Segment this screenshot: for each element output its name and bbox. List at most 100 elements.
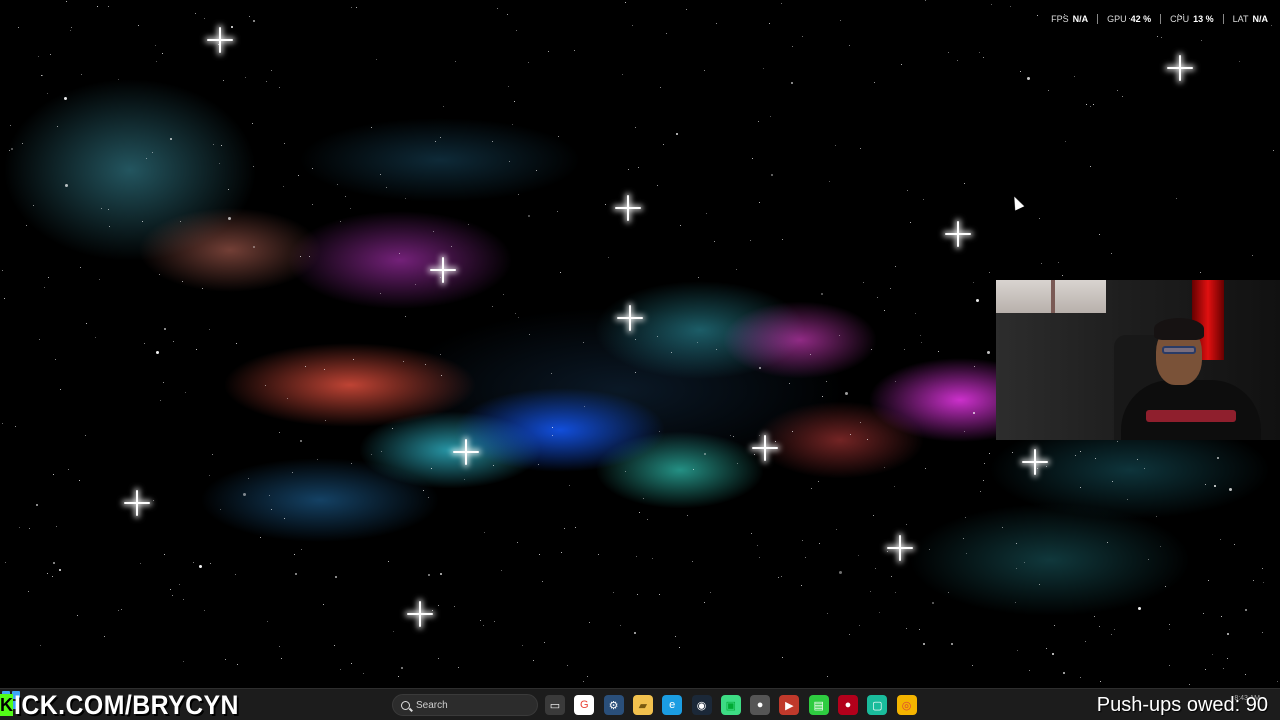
star — [938, 351, 939, 352]
star — [583, 681, 584, 682]
star — [589, 622, 590, 623]
star — [811, 488, 812, 489]
star — [840, 20, 841, 21]
star — [901, 64, 902, 65]
star — [431, 468, 432, 469]
star — [528, 62, 529, 63]
video-editor-icon[interactable]: ▶ — [779, 695, 800, 715]
star — [53, 474, 54, 475]
search-icon — [401, 700, 410, 710]
star — [858, 555, 859, 556]
star — [635, 372, 636, 373]
steam-icon[interactable]: ◉ — [691, 695, 712, 715]
star — [910, 222, 911, 223]
star — [575, 527, 576, 528]
star — [428, 574, 430, 576]
star — [687, 515, 688, 516]
gpu-readout: GPU 42 % — [1098, 14, 1162, 24]
star — [802, 36, 803, 37]
star — [204, 610, 205, 611]
star — [1054, 625, 1055, 626]
star — [231, 26, 233, 28]
edge-icon[interactable]: e — [662, 695, 683, 715]
star — [1093, 104, 1094, 105]
google-icon[interactable]: G — [574, 695, 595, 715]
star — [1176, 198, 1177, 199]
star — [19, 527, 20, 528]
star — [170, 589, 171, 590]
star — [637, 594, 638, 595]
star — [1037, 15, 1038, 16]
green-app-icon[interactable]: ▤ — [808, 695, 829, 715]
star — [560, 272, 561, 273]
star — [104, 636, 105, 637]
star — [53, 562, 55, 564]
star — [542, 581, 543, 582]
chrome-icon[interactable]: ◎ — [896, 695, 917, 715]
star — [1227, 633, 1229, 635]
cpu-label: CPU — [1170, 14, 1190, 24]
performance-overlay: FPS N/A GPU 42 % CPU 13 % LAT N/A — [1042, 12, 1268, 26]
star — [826, 381, 827, 382]
star — [210, 563, 211, 564]
star — [29, 528, 30, 529]
star — [1012, 452, 1013, 453]
android-app-icon[interactable]: ▣ — [720, 695, 741, 715]
star — [4, 298, 5, 299]
star — [1169, 665, 1170, 666]
taskbar-search-box[interactable]: Search — [392, 694, 538, 716]
star — [10, 125, 11, 126]
file-explorer-icon[interactable]: ▰ — [632, 695, 653, 715]
star — [80, 267, 81, 268]
star — [973, 412, 975, 414]
star — [245, 77, 246, 78]
star — [153, 500, 154, 501]
star — [792, 46, 793, 47]
star — [957, 60, 958, 61]
star — [1117, 441, 1118, 442]
star — [680, 225, 681, 226]
star — [1039, 584, 1040, 585]
task-view-icon[interactable]: ▭ — [545, 695, 565, 715]
star — [438, 658, 439, 659]
star — [1080, 487, 1081, 488]
chrome-dark-icon[interactable]: ● — [750, 695, 771, 715]
star — [1220, 539, 1221, 540]
star — [921, 342, 922, 343]
star — [1046, 648, 1047, 649]
star — [518, 194, 519, 195]
teal-app-icon[interactable]: ▢ — [867, 695, 888, 715]
star — [312, 168, 313, 169]
settings-gear-icon[interactable]: ⚙ — [603, 695, 624, 715]
star — [884, 467, 885, 468]
star — [183, 599, 184, 600]
star — [56, 526, 57, 527]
red-app-icon[interactable]: ● — [838, 695, 858, 715]
kick-logo-icon: K — [0, 694, 13, 716]
star — [925, 468, 926, 469]
star — [356, 7, 357, 8]
star — [974, 366, 975, 367]
star — [884, 310, 885, 311]
star — [235, 574, 236, 575]
star — [791, 82, 793, 84]
star — [15, 426, 16, 427]
star — [353, 359, 354, 360]
star — [771, 174, 773, 176]
taskbar: K ICK.COM/BRYCYN Search ▭ G ⚙ ▰ e ◉ ▣ ● ▶ ▤ ● ▢ ◎ 8:… — [0, 688, 1280, 720]
star — [312, 204, 313, 205]
star — [512, 124, 513, 125]
star — [325, 420, 326, 421]
star — [666, 33, 667, 34]
star — [1263, 582, 1264, 583]
star — [138, 25, 139, 26]
star — [68, 469, 69, 470]
star — [57, 126, 58, 127]
star — [172, 595, 173, 596]
star — [337, 184, 338, 185]
star — [271, 509, 272, 510]
star — [305, 366, 306, 367]
star — [108, 6, 109, 7]
fps-value: N/A — [1072, 14, 1089, 24]
star — [989, 272, 990, 273]
